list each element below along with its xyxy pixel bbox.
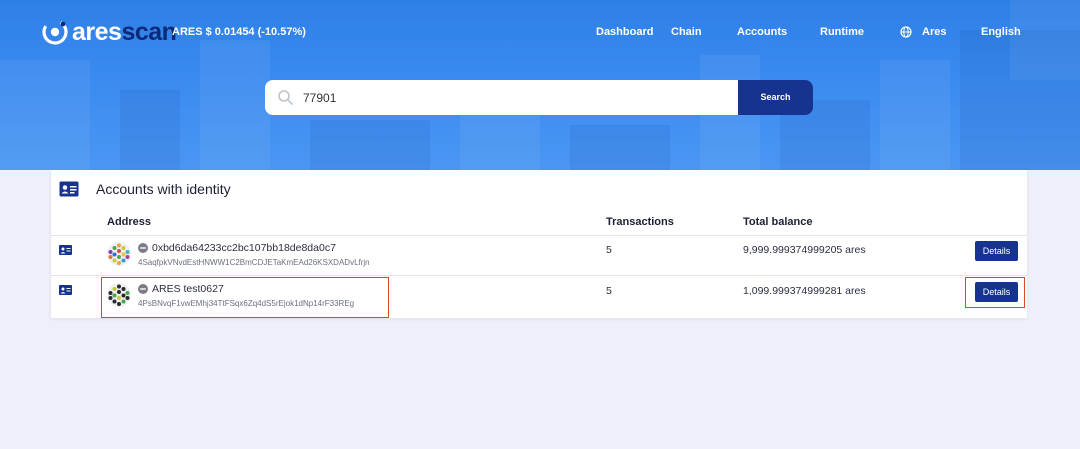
transactions-count: 5 bbox=[606, 285, 612, 297]
accounts-identity-card: Accounts with identity Address Transacti… bbox=[51, 170, 1027, 318]
card-title: Accounts with identity bbox=[96, 181, 231, 197]
account-address[interactable]: 4SaqfpkVNvdEstHNWW1C2BmCDJETaKmEAd26KSXD… bbox=[138, 258, 370, 267]
column-header-address: Address bbox=[107, 216, 152, 228]
details-button[interactable]: Details bbox=[975, 241, 1018, 261]
minus-circle-icon bbox=[138, 243, 148, 253]
hero-banner: aresscan ARES $ 0.01454 (-10.57%) Dashbo… bbox=[0, 0, 1080, 170]
nav-runtime[interactable]: Runtime bbox=[820, 26, 864, 38]
nav-accounts[interactable]: Accounts bbox=[737, 26, 787, 38]
nav-network-ares[interactable]: Ares bbox=[922, 26, 946, 38]
highlight-box-details bbox=[965, 277, 1025, 308]
logo-text: aresscan bbox=[72, 18, 177, 46]
nav-dashboard[interactable]: Dashboard bbox=[596, 26, 653, 38]
nav-chain[interactable]: Chain bbox=[671, 26, 702, 38]
total-balance: 1,099.999374999281 ares bbox=[743, 285, 866, 297]
search-button[interactable]: Search bbox=[738, 80, 813, 115]
highlight-box-account bbox=[101, 277, 389, 318]
id-card-icon bbox=[59, 285, 72, 295]
search-icon bbox=[278, 90, 293, 105]
search-box bbox=[265, 80, 739, 115]
row-divider bbox=[51, 275, 1027, 276]
globe-icon bbox=[900, 26, 912, 38]
column-header-total-balance: Total balance bbox=[743, 216, 813, 228]
transactions-count: 5 bbox=[606, 244, 612, 256]
identicon-avatar bbox=[107, 242, 131, 266]
token-price: ARES $ 0.01454 (-10.57%) bbox=[172, 26, 306, 38]
nav-language[interactable]: English bbox=[981, 26, 1021, 38]
id-card-icon bbox=[59, 245, 72, 255]
logo[interactable]: aresscan bbox=[42, 18, 177, 46]
id-card-icon bbox=[59, 181, 79, 197]
column-header-transactions: Transactions bbox=[606, 216, 674, 228]
search-bar: Search bbox=[265, 80, 813, 115]
aresscan-logo-icon bbox=[42, 19, 68, 45]
search-input[interactable] bbox=[303, 88, 723, 108]
row-divider bbox=[51, 235, 1027, 236]
account-name[interactable]: 0xbd6da64233cc2bc107bb18de8da0c7 bbox=[152, 242, 336, 254]
total-balance: 9,999.999374999205 ares bbox=[743, 244, 866, 256]
